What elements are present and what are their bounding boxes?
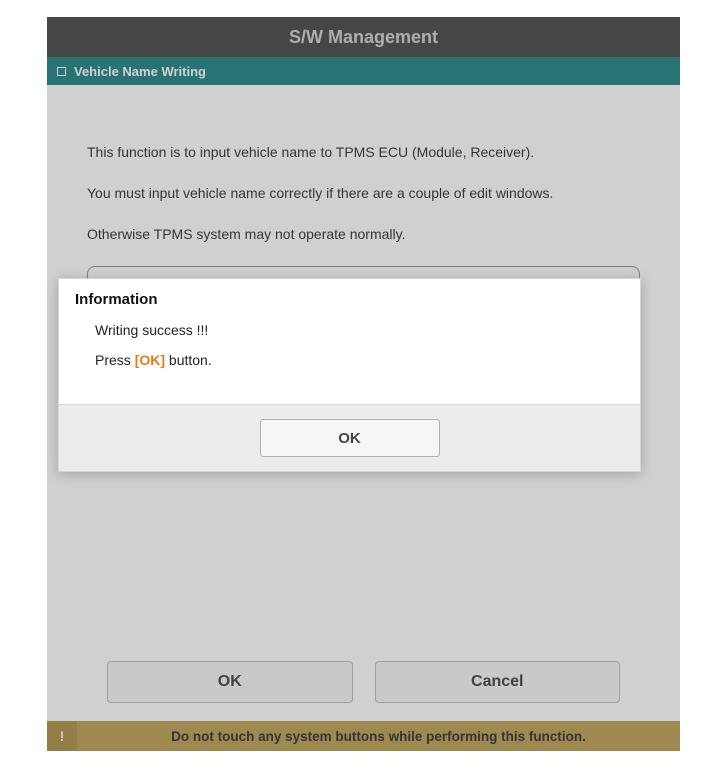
dialog-ok-button[interactable]: OK xyxy=(260,419,440,457)
press-suffix: button. xyxy=(165,352,212,368)
dialog-footer: OK xyxy=(59,404,640,471)
warning-text: Do not touch any system buttons while pe… xyxy=(77,721,680,751)
body-line-1: This function is to input vehicle name t… xyxy=(87,143,640,162)
dialog-body: Writing success !!! Press [OK] button. xyxy=(59,312,640,404)
body-line-3: Otherwise TPMS system may not operate no… xyxy=(87,225,640,244)
bottom-button-row: OK Cancel xyxy=(47,661,680,703)
body-line-2: You must input vehicle name correctly if… xyxy=(87,184,640,203)
ok-button[interactable]: OK xyxy=(107,661,353,703)
press-emphasis: [OK] xyxy=(135,352,165,368)
section-header: Vehicle Name Writing xyxy=(47,57,680,85)
cancel-button[interactable]: Cancel xyxy=(375,661,621,703)
warning-icon: ! xyxy=(47,721,77,751)
information-dialog: Information Writing success !!! Press [O… xyxy=(58,278,641,472)
section-title: Vehicle Name Writing xyxy=(74,64,206,79)
dialog-message: Writing success !!! xyxy=(95,322,612,338)
exclamation-icon: ! xyxy=(60,729,65,744)
square-bullet-icon xyxy=(57,67,66,76)
dialog-title: Information xyxy=(59,279,640,312)
page-title: S/W Management xyxy=(289,27,438,48)
title-bar: S/W Management xyxy=(47,17,680,57)
dialog-instruction: Press [OK] button. xyxy=(95,352,612,368)
warning-bar: ! Do not touch any system buttons while … xyxy=(47,721,680,751)
main-body: This function is to input vehicle name t… xyxy=(47,85,680,304)
press-prefix: Press xyxy=(95,352,135,368)
